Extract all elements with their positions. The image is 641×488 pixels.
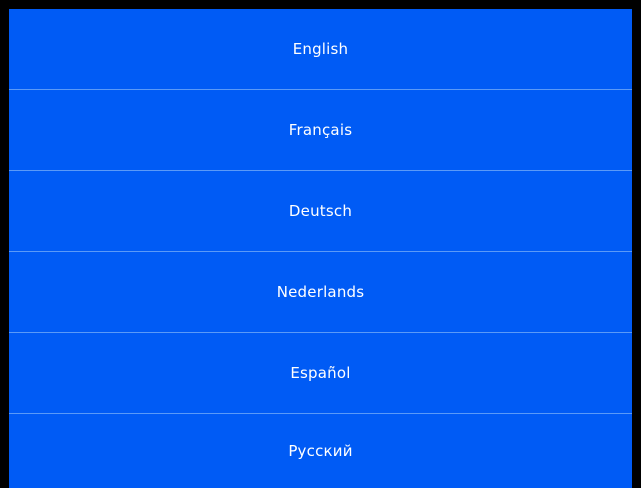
- language-menu: English Français Deutsch Nederlands Espa…: [9, 9, 632, 488]
- language-label: English: [292, 40, 349, 58]
- language-label: Français: [288, 121, 353, 139]
- language-option-nederlands[interactable]: Nederlands: [9, 252, 632, 333]
- language-option-english[interactable]: English: [9, 9, 632, 90]
- language-label: Español: [290, 364, 351, 382]
- language-option-deutsch[interactable]: Deutsch: [9, 171, 632, 252]
- language-option-francais[interactable]: Français: [9, 90, 632, 171]
- language-label: Nederlands: [276, 283, 365, 301]
- language-option-espanol[interactable]: Español: [9, 333, 632, 414]
- language-option-russian[interactable]: Русский: [9, 414, 632, 488]
- language-label: Русский: [288, 442, 353, 460]
- language-label: Deutsch: [288, 202, 353, 220]
